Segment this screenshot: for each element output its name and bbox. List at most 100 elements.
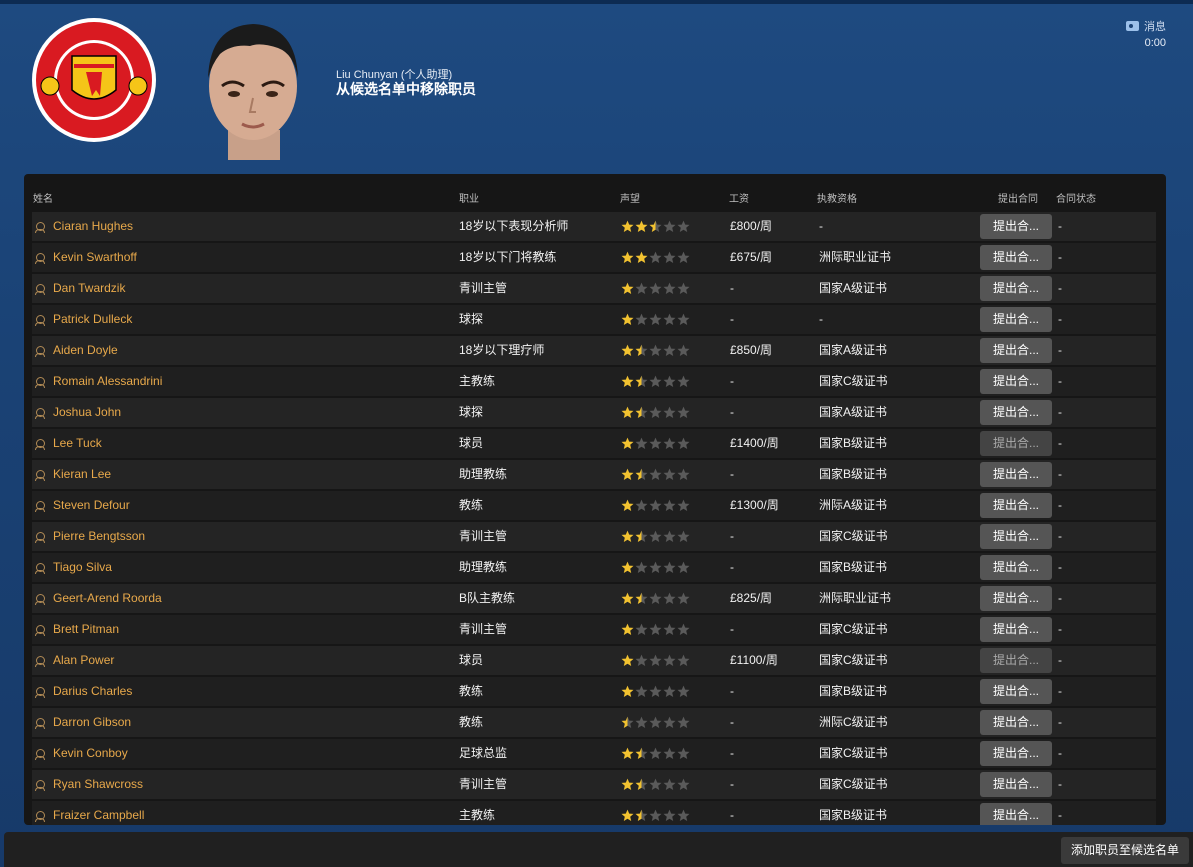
- staff-name-link[interactable]: Darron Gibson: [53, 708, 131, 737]
- inbox-widget[interactable]: 消息 0:00: [1126, 18, 1166, 49]
- column-header-wage[interactable]: 工资: [729, 190, 749, 205]
- table-row[interactable]: Joshua John 球探 - 国家A级证书 提出合... -: [32, 398, 1156, 427]
- star-icon: [677, 623, 690, 635]
- column-header-role[interactable]: 职业: [459, 190, 479, 205]
- column-header-contract-status[interactable]: 合同状态: [1056, 190, 1096, 205]
- offer-contract-button[interactable]: 提出合...: [980, 462, 1052, 487]
- column-header-reputation[interactable]: 声望: [620, 190, 640, 205]
- table-row[interactable]: Fraizer Campbell 主教练 - 国家B级证书 提出合... -: [32, 801, 1156, 825]
- offer-contract-button[interactable]: 提出合...: [980, 772, 1052, 797]
- offer-contract-button[interactable]: 提出合...: [980, 338, 1052, 363]
- staff-name-link[interactable]: Alan Power: [53, 646, 114, 675]
- staff-wage: -: [730, 281, 734, 295]
- table-row[interactable]: Alan Power 球员 £1100/周 国家C级证书 提出合... -: [32, 646, 1156, 675]
- offer-contract-button[interactable]: 提出合...: [980, 803, 1052, 825]
- table-row[interactable]: Patrick Dulleck 球探 - - 提出合... -: [32, 305, 1156, 334]
- staff-name-link[interactable]: Tiago Silva: [53, 553, 112, 582]
- staff-name-link[interactable]: Aiden Doyle: [53, 336, 118, 365]
- staff-coaching-license: 国家C级证书: [819, 622, 888, 636]
- star-icon: [649, 313, 662, 325]
- staff-role: 教练: [459, 715, 484, 729]
- table-row[interactable]: Ciaran Hughes 18岁以下表现分析师 £800/周 - 提出合... -: [32, 212, 1156, 241]
- staff-name-link[interactable]: Ryan Shawcross: [53, 770, 143, 799]
- staff-name-link[interactable]: Pierre Bengtsson: [53, 522, 145, 551]
- offer-contract-button[interactable]: 提出合...: [980, 307, 1052, 332]
- staff-name-link[interactable]: Brett Pitman: [53, 615, 119, 644]
- star-icon: [677, 747, 690, 759]
- table-row[interactable]: Ryan Shawcross 青训主管 - 国家C级证书 提出合... -: [32, 770, 1156, 799]
- add-staff-to-shortlist-button[interactable]: 添加职员至候选名单: [1060, 837, 1189, 864]
- offer-contract-button[interactable]: 提出合...: [980, 369, 1052, 394]
- offer-contract-button[interactable]: 提出合...: [980, 431, 1052, 456]
- staff-wage: -: [730, 405, 734, 419]
- star-icon: [663, 561, 676, 573]
- person-icon: [35, 222, 45, 233]
- star-icon: [621, 468, 634, 480]
- contract-status: -: [1058, 250, 1062, 264]
- staff-name-link[interactable]: Kevin Conboy: [53, 739, 128, 768]
- staff-name-link[interactable]: Ciaran Hughes: [53, 212, 133, 241]
- person-icon: [35, 780, 45, 791]
- staff-name-link[interactable]: Joshua John: [53, 398, 121, 427]
- table-row[interactable]: Geert-Arend Roorda B队主教练 £825/周 洲际职业证书 提出合..…: [32, 584, 1156, 613]
- table-row[interactable]: Kevin Conboy 足球总监 - 国家C级证书 提出合... -: [32, 739, 1156, 768]
- staff-name-link[interactable]: Patrick Dulleck: [53, 305, 132, 334]
- table-row[interactable]: Steven Defour 教练 £1300/周 洲际A级证书 提出合... -: [32, 491, 1156, 520]
- star-icon: [649, 220, 662, 232]
- staff-wage: -: [730, 560, 734, 574]
- table-row[interactable]: Romain Alessandrini 主教练 - 国家C级证书 提出合... -: [32, 367, 1156, 396]
- staff-role: 青训主管: [459, 622, 508, 636]
- table-row[interactable]: Darron Gibson 教练 - 洲际C级证书 提出合... -: [32, 708, 1156, 737]
- table-row[interactable]: Darius Charles 教练 - 国家B级证书 提出合... -: [32, 677, 1156, 706]
- star-icon: [663, 530, 676, 542]
- offer-contract-button[interactable]: 提出合...: [980, 586, 1052, 611]
- staff-name-link[interactable]: Kevin Swarthoff: [53, 243, 137, 272]
- offer-contract-button[interactable]: 提出合...: [980, 679, 1052, 704]
- table-row[interactable]: Kieran Lee 助理教练 - 国家B级证书 提出合... -: [32, 460, 1156, 489]
- star-icon: [621, 344, 634, 356]
- offer-contract-button[interactable]: 提出合...: [980, 214, 1052, 239]
- star-icon: [663, 375, 676, 387]
- staff-name-link[interactable]: Romain Alessandrini: [53, 367, 162, 396]
- person-icon: [35, 749, 45, 760]
- staff-name-link[interactable]: Lee Tuck: [53, 429, 102, 458]
- person-icon: [35, 718, 45, 729]
- staff-name-link[interactable]: Geert-Arend Roorda: [53, 584, 162, 613]
- staff-coaching-license: 国家A级证书: [819, 281, 888, 295]
- contract-status: -: [1058, 529, 1062, 543]
- star-icon: [635, 468, 648, 480]
- star-icon: [621, 530, 634, 542]
- offer-contract-button[interactable]: 提出合...: [980, 741, 1052, 766]
- table-row[interactable]: Tiago Silva 助理教练 - 国家B级证书 提出合... -: [32, 553, 1156, 582]
- offer-contract-button[interactable]: 提出合...: [980, 493, 1052, 518]
- staff-name-link[interactable]: Kieran Lee: [53, 460, 111, 489]
- star-icon: [635, 654, 648, 666]
- column-header-license[interactable]: 执教资格: [817, 190, 857, 205]
- offer-contract-button[interactable]: 提出合...: [980, 524, 1052, 549]
- offer-contract-button[interactable]: 提出合...: [980, 648, 1052, 673]
- table-row[interactable]: Aiden Doyle 18岁以下理疗师 £850/周 国家A级证书 提出合... -: [32, 336, 1156, 365]
- offer-contract-button[interactable]: 提出合...: [980, 710, 1052, 735]
- staff-name-link[interactable]: Dan Twardzik: [53, 274, 125, 303]
- column-header-name[interactable]: 姓名: [33, 190, 53, 205]
- person-icon: [35, 439, 45, 450]
- table-row[interactable]: Lee Tuck 球员 £1400/周 国家B级证书 提出合... -: [32, 429, 1156, 458]
- table-row[interactable]: Kevin Swarthoff 18岁以下门将教练 £675/周 洲际职业证书 提出合.…: [32, 243, 1156, 272]
- staff-name-link[interactable]: Darius Charles: [53, 677, 132, 706]
- offer-contract-button[interactable]: 提出合...: [980, 276, 1052, 301]
- offer-contract-button[interactable]: 提出合...: [980, 400, 1052, 425]
- staff-name-link[interactable]: Fraizer Campbell: [53, 801, 144, 825]
- offer-contract-button[interactable]: 提出合...: [980, 617, 1052, 642]
- staff-coaching-license: 国家B级证书: [819, 467, 888, 481]
- staff-name-link[interactable]: Steven Defour: [53, 491, 130, 520]
- staff-role: 球探: [459, 405, 484, 419]
- table-row[interactable]: Brett Pitman 青训主管 - 国家C级证书 提出合... -: [32, 615, 1156, 644]
- inbox-time: 0:00: [1144, 37, 1166, 49]
- column-header-offer[interactable]: 提出合同: [998, 190, 1038, 205]
- table-row[interactable]: Pierre Bengtsson 青训主管 - 国家C级证书 提出合... -: [32, 522, 1156, 551]
- table-row[interactable]: Dan Twardzik 青训主管 - 国家A级证书 提出合... -: [32, 274, 1156, 303]
- offer-contract-button[interactable]: 提出合...: [980, 245, 1052, 270]
- star-icon: [663, 499, 676, 511]
- star-icon: [663, 778, 676, 790]
- offer-contract-button[interactable]: 提出合...: [980, 555, 1052, 580]
